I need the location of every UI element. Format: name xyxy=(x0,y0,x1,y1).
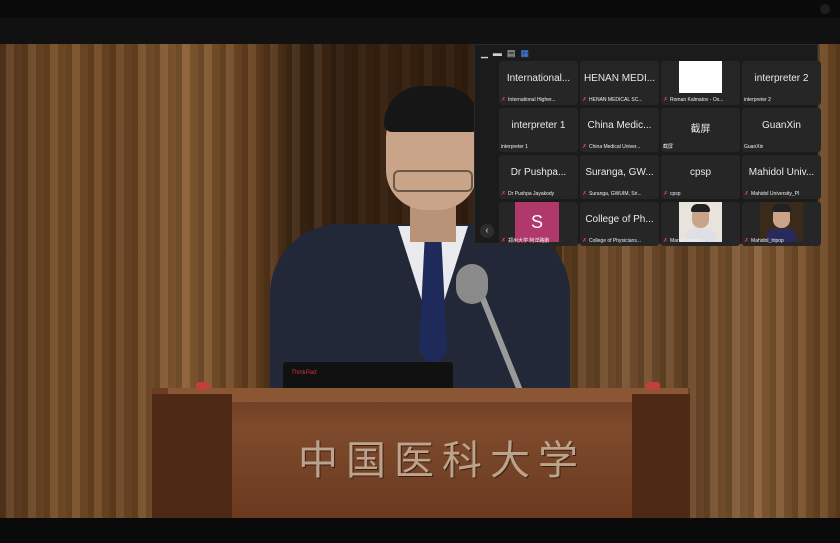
muted-mic-icon: ✗ xyxy=(663,191,669,197)
participant-name: Mahidol Univ... xyxy=(748,167,815,178)
participant-tile[interactable]: S ✗ 郑州大学 阿洋路鹏 xyxy=(499,202,578,246)
muted-mic-icon: ✗ xyxy=(501,97,507,103)
participant-label: ✗ Mahidol_tripop xyxy=(744,238,784,244)
participant-name: International... xyxy=(506,73,571,84)
participant-name: Dr Pushpa... xyxy=(510,167,567,178)
podium-light-left xyxy=(196,382,210,390)
muted-mic-icon: ✗ xyxy=(582,238,588,244)
top-bar xyxy=(0,0,840,18)
strip-view-icon[interactable]: ▤ xyxy=(507,48,516,58)
participant-tile[interactable]: Suranga, GW... ✗ Suranga, GWUIM, Sri... xyxy=(580,155,659,199)
participant-name: cpsp xyxy=(689,167,712,178)
participant-label: ✗ China Medical Univer... xyxy=(582,144,641,150)
participant-name: HENAN MEDI... xyxy=(583,73,656,84)
participant-name: GuanXin xyxy=(762,120,801,131)
bottom-bar xyxy=(0,518,840,543)
participant-avatar: S xyxy=(515,202,559,242)
laptop-brand: ThinkPad xyxy=(291,370,317,376)
participant-tile[interactable]: ✗ Mahidol_tripop xyxy=(742,202,821,246)
gallery-view-icon[interactable]: ▦ xyxy=(520,48,529,58)
participant-tile[interactable]: Mahidol Univ... ✗ Mahidol University_PI xyxy=(742,155,821,199)
muted-mic-icon: ✗ xyxy=(582,97,588,103)
participant-tile[interactable]: GuanXin GuanXin xyxy=(742,108,821,152)
participant-name: interpreter 1 xyxy=(511,120,566,131)
participant-label: ✗ HENAN MEDICAL SC... xyxy=(582,97,643,103)
participant-name: interpreter 2 xyxy=(754,73,809,84)
participant-label: ✗ Dr Pushpa Jayakody xyxy=(501,191,555,197)
participant-label: ✗ Marut Chantra xyxy=(663,238,702,244)
meeting-window: ThinkPad 中国医科大学 ▁ ▬ ▤ ▦ ‹ International.… xyxy=(0,0,840,543)
participant-label: ✗ Mahidol University_PI xyxy=(744,191,800,197)
participant-tile[interactable]: HENAN MEDI... ✗ HENAN MEDICAL SC... xyxy=(580,61,659,105)
participant-name: Suranga, GW... xyxy=(585,167,654,178)
participant-label: ✗ Roman Kalmatov - Os... xyxy=(663,97,724,103)
collapse-panel-button[interactable]: ‹ xyxy=(480,224,494,238)
minimize-icon[interactable]: ▁ xyxy=(481,48,488,58)
speaker-view-icon[interactable]: ▬ xyxy=(493,48,502,58)
participant-tile[interactable]: China Medic... ✗ China Medical Univer... xyxy=(580,108,659,152)
participant-label: ✗ International Higher... xyxy=(501,97,556,103)
participant-label: ✗ Suranga, GWUIM, Sri... xyxy=(582,191,642,197)
muted-mic-icon: ✗ xyxy=(582,191,588,197)
podium-top xyxy=(168,388,688,402)
participant-tile[interactable]: ✗ Marut Chantra xyxy=(661,202,740,246)
laptop: ThinkPad xyxy=(283,362,453,390)
participant-video-blank xyxy=(679,61,722,93)
podium-side-left xyxy=(152,394,232,518)
muted-mic-icon: ✗ xyxy=(501,237,507,244)
muted-mic-icon: ✗ xyxy=(582,144,588,150)
participant-name: College of Ph... xyxy=(585,214,654,225)
podium-side-right xyxy=(632,394,690,518)
participant-tile[interactable]: International... ✗ International Higher..… xyxy=(499,61,578,105)
microphone-icon xyxy=(456,264,488,304)
participant-video xyxy=(679,202,722,242)
window-control-icon[interactable] xyxy=(820,4,830,14)
view-controls: ▁ ▬ ▤ ▦ xyxy=(481,47,529,59)
participant-video xyxy=(760,202,803,242)
participant-name: China Medic... xyxy=(587,120,652,131)
participant-label: GuanXin xyxy=(744,144,764,150)
participant-tile[interactable]: cpsp ✗ cpsp xyxy=(661,155,740,199)
participant-label: ✗ College of Physicians... xyxy=(582,238,642,244)
participant-tile[interactable]: interpreter 1 interpreter 1 xyxy=(499,108,578,152)
participant-label: interpreter 2 xyxy=(744,97,771,103)
participant-tile[interactable]: 截屏 截屏 xyxy=(661,108,740,152)
participant-name: 截屏 xyxy=(690,124,711,135)
participant-label: ✗ 郑州大学 阿洋路鹏 xyxy=(501,237,550,245)
muted-mic-icon: ✗ xyxy=(663,97,669,103)
podium-light-right xyxy=(646,382,660,390)
participant-label: ✗ cpsp xyxy=(663,191,681,197)
muted-mic-icon: ✗ xyxy=(501,191,507,197)
participant-label: interpreter 1 xyxy=(501,144,528,150)
participant-tile[interactable]: Dr Pushpa... ✗ Dr Pushpa Jayakody xyxy=(499,155,578,199)
muted-mic-icon: ✗ xyxy=(744,191,750,197)
speaker-glasses xyxy=(393,170,473,192)
muted-mic-icon: ✗ xyxy=(744,238,750,244)
participant-tile[interactable]: interpreter 2 interpreter 2 xyxy=(742,61,821,105)
participant-tile[interactable]: ✗ Roman Kalmatov - Os... xyxy=(661,61,740,105)
participant-tile[interactable]: College of Ph... ✗ College of Physicians.… xyxy=(580,202,659,246)
participant-gallery-panel: ▁ ▬ ▤ ▦ ‹ International... ✗ Internationa… xyxy=(474,44,821,246)
participant-label: 截屏 xyxy=(663,144,674,150)
muted-mic-icon: ✗ xyxy=(663,238,669,244)
podium-inscription: 中国医科大学 xyxy=(298,438,586,484)
